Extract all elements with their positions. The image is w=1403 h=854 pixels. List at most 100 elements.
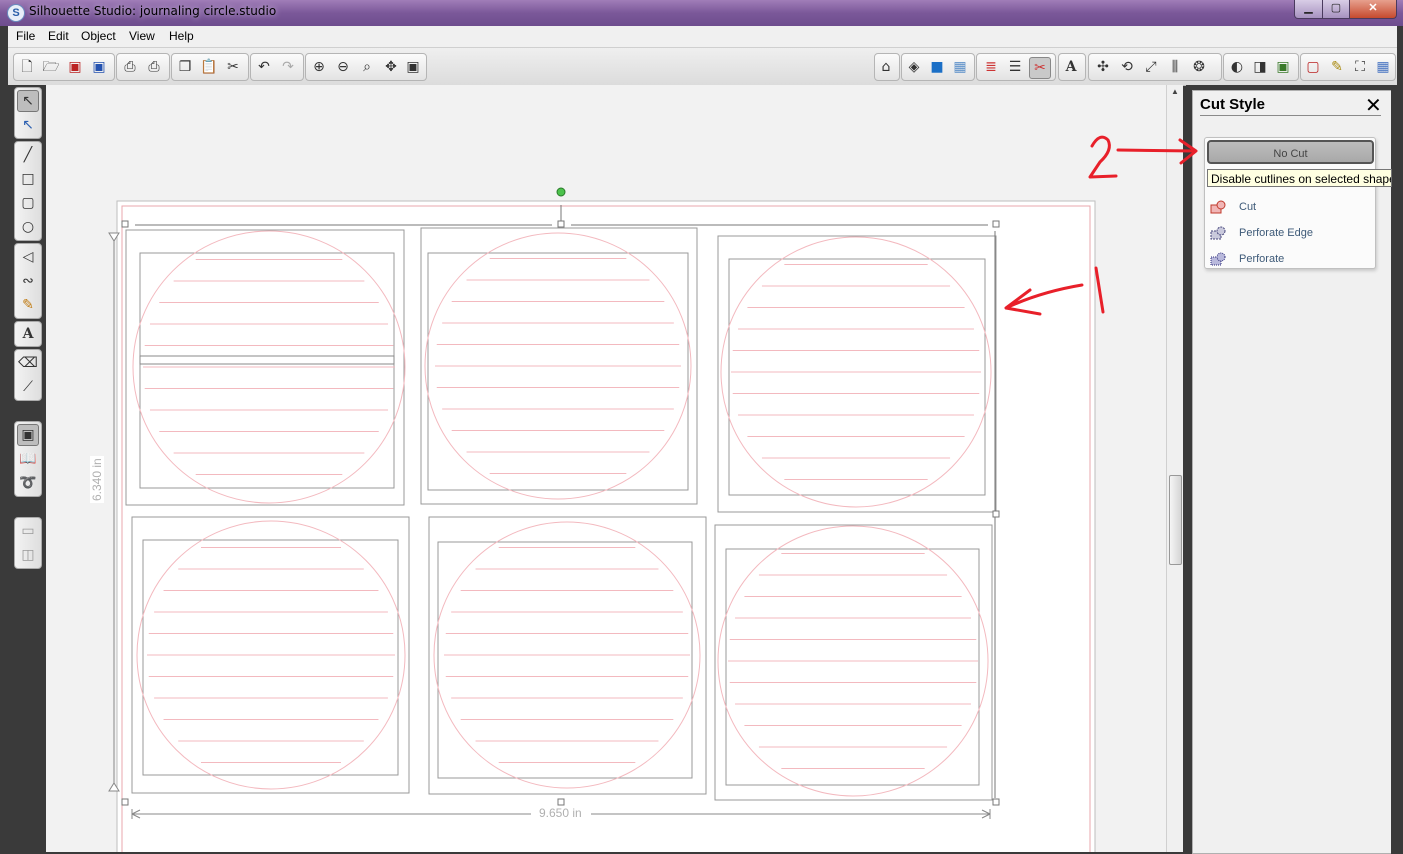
line-tool-icon[interactable]: ╱: [17, 144, 39, 166]
fill-color-icon[interactable]: ◈: [904, 57, 924, 77]
resize-handle[interactable]: [557, 798, 565, 806]
file-tools-group: 🗋 🗁 ▣ ▣: [13, 53, 115, 81]
offset-icon[interactable]: ◨: [1250, 57, 1270, 77]
resize-handle[interactable]: [992, 798, 1000, 806]
fill-tools-group: ◈ ■ ▦: [901, 53, 975, 81]
fill-gradient-icon[interactable]: ■: [927, 57, 947, 77]
rounded-rectangle-tool-icon[interactable]: ▢: [17, 192, 39, 214]
vertical-scrollbar[interactable]: ▲: [1166, 85, 1183, 852]
new-document-icon[interactable]: 🗋: [17, 57, 37, 77]
panel-title: Cut Style: [1200, 96, 1266, 113]
shape-tools-group: ╱ □ ▢ ○: [14, 141, 42, 241]
tooltip: Disable cutlines on selected shape: [1207, 169, 1392, 187]
copy-icon[interactable]: ❐: [175, 57, 195, 77]
fullscreen-icon[interactable]: ⛶: [1350, 57, 1370, 77]
scroll-thumb[interactable]: [1169, 475, 1182, 565]
split-view-icon[interactable]: ◫: [17, 544, 39, 566]
print-icon[interactable]: ⎙: [120, 57, 140, 77]
paste-icon[interactable]: 📋: [199, 57, 219, 77]
point-edit-tool-icon[interactable]: ↖: [17, 114, 39, 136]
store-icon[interactable]: ⌂: [876, 57, 896, 77]
select-tools-group: ↖ ↖: [14, 87, 42, 139]
text-style-group: A: [1058, 53, 1086, 81]
app-icon: S: [7, 4, 25, 22]
grid-icon[interactable]: ▦: [1373, 57, 1393, 77]
trace-tools-group: ◐ ◨ ▣: [1223, 53, 1299, 81]
resize-handle[interactable]: [557, 220, 565, 228]
trace-icon[interactable]: ◐: [1227, 57, 1247, 77]
transform-icon[interactable]: ⟲: [1117, 57, 1137, 77]
line-tools-group: ≣ ☰ ✂: [976, 53, 1056, 81]
zoom-select-icon[interactable]: ⌕: [357, 57, 377, 77]
menu-object[interactable]: Object: [81, 29, 116, 43]
page-sheet: [116, 200, 1096, 852]
page-settings-icon[interactable]: ▣: [1273, 57, 1293, 77]
zoom-in-icon[interactable]: ⊕: [309, 57, 329, 77]
resize-handle[interactable]: [121, 220, 129, 228]
minimize-icon: ▁: [1304, 2, 1313, 14]
registration-icon[interactable]: ▢: [1303, 57, 1323, 77]
scale-icon[interactable]: ⤢: [1141, 57, 1161, 77]
resize-handle[interactable]: [992, 220, 1000, 228]
zoom-out-icon[interactable]: ⊖: [333, 57, 353, 77]
pan-icon[interactable]: ✥: [381, 57, 401, 77]
redo-icon[interactable]: ↷: [278, 57, 298, 77]
freehand-tool-icon[interactable]: ✎: [17, 294, 39, 316]
window-title: Silhouette Studio: journaling circle.stu…: [29, 4, 277, 18]
ellipse-tool-icon[interactable]: ○: [17, 216, 39, 238]
cut-scissors-icon[interactable]: ✂: [223, 57, 243, 77]
tool-palette: ↖ ↖ ╱ □ ▢ ○ ◁ ∾ ✎ A ⌫ ⟋ ▣ 📖 ➰ ▭ ◫: [8, 85, 46, 852]
menu-help[interactable]: Help: [169, 29, 194, 43]
polygon-tool-icon[interactable]: ◁: [17, 246, 39, 268]
menu-view[interactable]: View: [129, 29, 155, 43]
save-to-library-icon[interactable]: ▣: [89, 57, 109, 77]
resize-handle[interactable]: [992, 510, 1000, 518]
menu-file[interactable]: File: [16, 29, 35, 43]
design-canvas[interactable]: [46, 85, 1166, 852]
store-group: ⌂: [874, 53, 900, 81]
resize-handle[interactable]: [121, 798, 129, 806]
text-tool-icon[interactable]: A: [17, 323, 39, 345]
canvas-workspace[interactable]: 6.340 in 9.650 in: [46, 85, 1166, 852]
perforate-option[interactable]: Perforate: [1205, 248, 1373, 272]
perforate-edge-option[interactable]: Perforate Edge: [1205, 222, 1373, 246]
sketch-pen-icon[interactable]: ✎: [1327, 57, 1347, 77]
edit-tools-group: ⌫ ⟋: [14, 349, 42, 401]
lasso-icon[interactable]: ➰: [17, 472, 39, 494]
open-folder-icon[interactable]: 🗁: [41, 57, 61, 77]
zoom-tools-group: ⊕ ⊖ ⌕ ✥ ▣: [305, 53, 427, 81]
cut-settings-icon[interactable]: ✂: [1029, 57, 1051, 79]
fill-pattern-icon[interactable]: ▦: [950, 57, 970, 77]
eraser-tool-icon[interactable]: ⌫: [17, 352, 39, 374]
rectangle-tool-icon[interactable]: □: [17, 168, 39, 190]
width-dimension-label: 9.650 in: [536, 806, 585, 820]
align-icon[interactable]: ⫼: [1165, 57, 1185, 77]
library-icon[interactable]: 📖: [17, 448, 39, 470]
replicate-icon[interactable]: ✣: [1093, 57, 1113, 77]
modify-icon[interactable]: ❂: [1189, 57, 1209, 77]
line-color-icon[interactable]: ≣: [981, 57, 1001, 77]
knife-tool-icon[interactable]: ⟋: [17, 376, 39, 398]
height-dimension-label: 6.340 in: [90, 456, 104, 503]
select-tool-icon[interactable]: ↖: [17, 90, 39, 112]
maximize-icon: ▢: [1330, 2, 1342, 14]
maximize-button[interactable]: ▢: [1322, 0, 1350, 19]
curve-tool-icon[interactable]: ∾: [17, 270, 39, 292]
text-style-icon[interactable]: A: [1061, 57, 1081, 77]
close-button[interactable]: ✕: [1349, 0, 1397, 19]
undo-icon[interactable]: ↶: [254, 57, 274, 77]
line-style-icon[interactable]: ☰: [1005, 57, 1025, 77]
menu-edit[interactable]: Edit: [48, 29, 69, 43]
print-cut-icon[interactable]: ⎙: [144, 57, 164, 77]
panel-divider: [1200, 115, 1381, 116]
cut-option[interactable]: Cut: [1205, 196, 1373, 220]
scroll-up-arrow-icon[interactable]: ▲: [1170, 87, 1180, 97]
minimize-button[interactable]: ▁: [1294, 0, 1323, 19]
page-view-icon[interactable]: ▣: [17, 424, 39, 446]
rotate-handle[interactable]: [556, 187, 566, 197]
no-cut-button[interactable]: No Cut: [1207, 140, 1374, 164]
layer-view-icon[interactable]: ▭: [17, 520, 39, 542]
save-icon[interactable]: ▣: [65, 57, 85, 77]
fit-page-icon[interactable]: ▣: [403, 57, 423, 77]
panel-close-icon[interactable]: ✕: [1365, 93, 1382, 117]
